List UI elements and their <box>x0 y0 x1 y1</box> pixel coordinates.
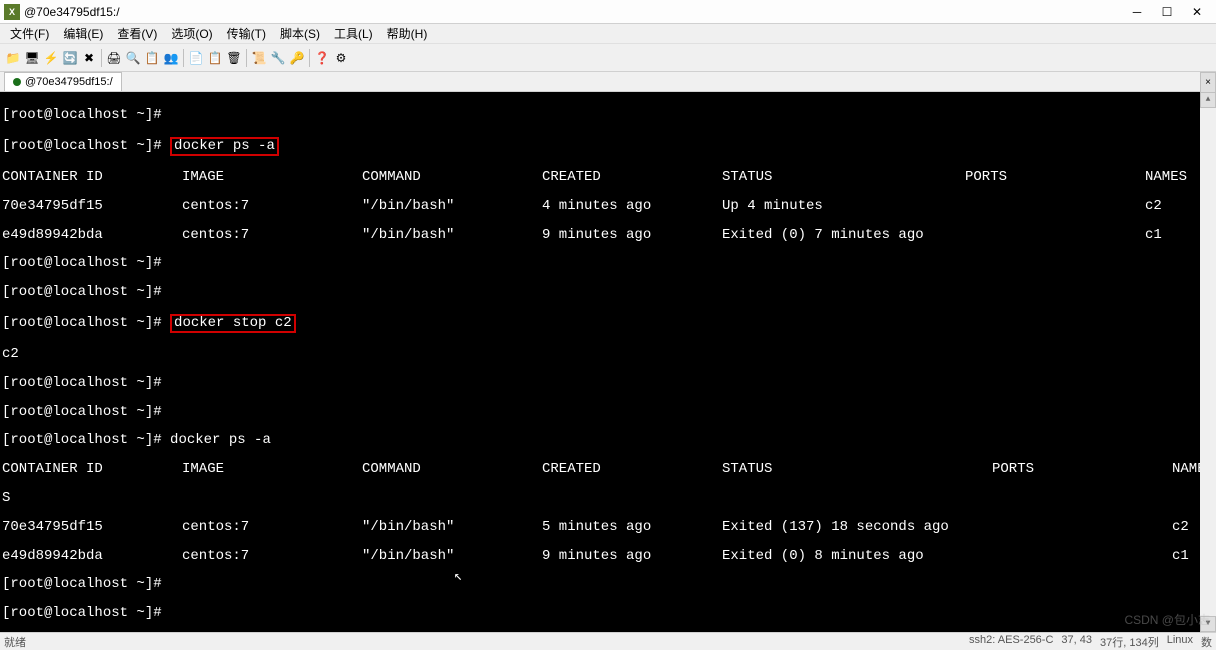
maximize-button[interactable]: ☐ <box>1152 1 1182 23</box>
quick-connect-icon[interactable]: ⚡ <box>42 49 60 67</box>
status-bar: 就绪 ssh2: AES-256-C 37, 43 37行, 134列 Linu… <box>0 632 1216 650</box>
toolbar: 📁 🖥 ⚡ 🔄 ✖ 🖨 🔍 📋 👥 📄 📋 🗑 📜 🔧 🔑 ❓ ⚙ <box>0 44 1216 72</box>
cmd-stop-c2: docker stop c2 <box>170 314 296 332</box>
copy-icon[interactable]: 📄 <box>187 49 205 67</box>
separator <box>309 49 310 67</box>
help-icon[interactable]: ❓ <box>313 49 331 67</box>
scroll-track[interactable] <box>1200 108 1216 616</box>
status-conn: Linux <box>1167 634 1193 650</box>
menu-help[interactable]: 帮助(H) <box>381 23 434 44</box>
separator <box>183 49 184 67</box>
status-caps: 数 <box>1201 634 1212 650</box>
tab-session[interactable]: @70e34795df15:/ <box>4 72 122 91</box>
menu-view[interactable]: 查看(V) <box>111 23 163 44</box>
status-ready: 就绪 <box>4 634 26 650</box>
app-icon: X <box>4 4 20 20</box>
paste-icon[interactable]: 📋 <box>206 49 224 67</box>
tab-list-button[interactable]: × <box>1200 72 1216 92</box>
key-icon[interactable]: 🔑 <box>288 49 306 67</box>
folder-icon[interactable]: 📁 <box>4 49 22 67</box>
tab-label: @70e34795df15:/ <box>25 76 113 88</box>
disconnect-icon[interactable]: ✖ <box>80 49 98 67</box>
close-button[interactable]: ✕ <box>1182 1 1212 23</box>
tools-icon[interactable]: 🔧 <box>269 49 287 67</box>
menu-transfer[interactable]: 传输(T) <box>221 23 272 44</box>
menu-tools[interactable]: 工具(L) <box>328 23 379 44</box>
options-icon[interactable]: ⚙ <box>332 49 350 67</box>
menu-options[interactable]: 选项(O) <box>165 23 218 44</box>
separator <box>246 49 247 67</box>
connect-icon[interactable]: 🖥 <box>23 49 41 67</box>
clear-icon[interactable]: 🗑 <box>225 49 243 67</box>
watermark: CSDN @包小志 <box>1124 611 1210 628</box>
session-icon[interactable]: 👥 <box>162 49 180 67</box>
tab-bar: @70e34795df15:/ × <box>0 72 1216 92</box>
script-icon[interactable]: 📜 <box>250 49 268 67</box>
scroll-up-icon[interactable]: ▲ <box>1200 92 1216 108</box>
title-bar: X @70e34795df15:/ ─ ☐ ✕ <box>0 0 1216 24</box>
separator <box>101 49 102 67</box>
reconnect-icon[interactable]: 🔄 <box>61 49 79 67</box>
terminal[interactable]: [root@localhost ~]# [root@localhost ~]# … <box>0 92 1216 632</box>
properties-icon[interactable]: 📋 <box>143 49 161 67</box>
menu-file[interactable]: 文件(F) <box>4 23 55 44</box>
connected-icon <box>13 78 21 86</box>
status-cursor: 37, 43 <box>1061 634 1092 650</box>
status-ssh: ssh2: AES-256-C <box>969 634 1053 650</box>
minimize-button[interactable]: ─ <box>1122 1 1152 23</box>
cmd-ps-a-1: docker ps -a <box>170 137 279 155</box>
status-rows: 37行, 134列 <box>1100 634 1159 650</box>
scrollbar[interactable]: ▲ ▼ <box>1200 92 1216 632</box>
menu-script[interactable]: 脚本(S) <box>274 23 326 44</box>
find-icon[interactable]: 🔍 <box>124 49 142 67</box>
menu-bar: 文件(F) 编辑(E) 查看(V) 选项(O) 传输(T) 脚本(S) 工具(L… <box>0 24 1216 44</box>
window-title: @70e34795df15:/ <box>24 5 120 19</box>
menu-edit[interactable]: 编辑(E) <box>57 23 109 44</box>
print-icon[interactable]: 🖨 <box>105 49 123 67</box>
